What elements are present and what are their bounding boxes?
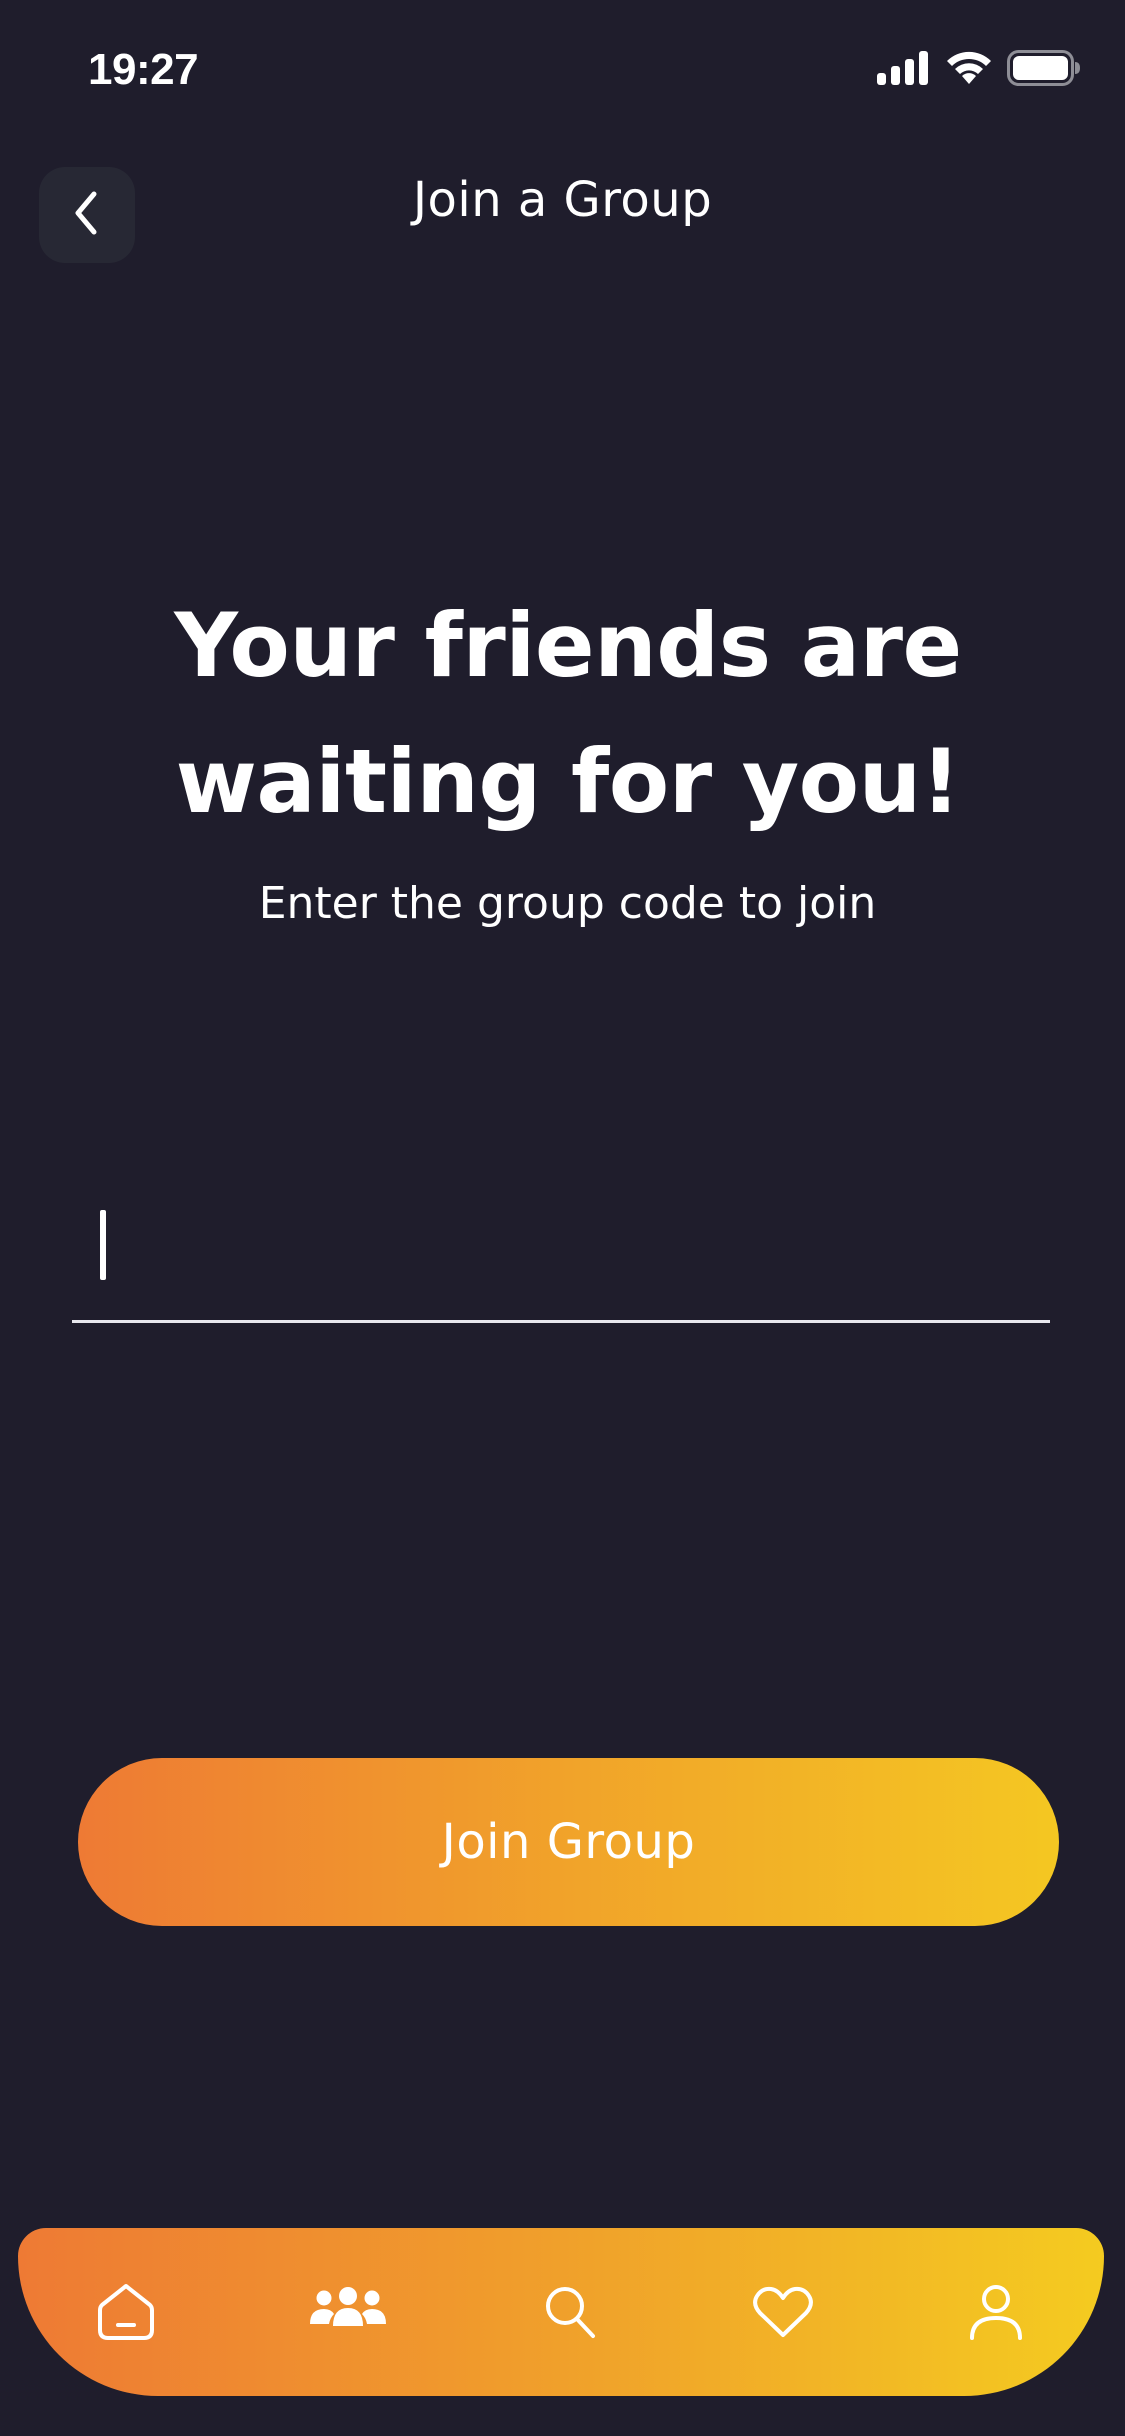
join-group-button-label: Join Group bbox=[441, 1814, 696, 1870]
join-group-screen: 19:27 Join a Group Your friends are wait… bbox=[0, 0, 1125, 2436]
battery-icon bbox=[1007, 50, 1081, 90]
page-title: Join a Group bbox=[412, 172, 713, 228]
signal-icon bbox=[877, 51, 931, 89]
status-bar: 19:27 bbox=[0, 0, 1125, 140]
status-time: 19:27 bbox=[88, 45, 199, 94]
nav-item-home[interactable] bbox=[66, 2228, 186, 2396]
profile-icon bbox=[968, 2282, 1024, 2342]
nav-item-groups[interactable] bbox=[288, 2228, 408, 2396]
status-icons bbox=[877, 50, 1081, 90]
bottom-navigation bbox=[18, 2228, 1104, 2396]
nav-item-profile[interactable] bbox=[936, 2228, 1056, 2396]
headline: Your friends are waiting for you! bbox=[174, 594, 962, 833]
home-icon bbox=[95, 2281, 157, 2343]
nav-item-favorites[interactable] bbox=[723, 2228, 843, 2396]
group-icon bbox=[306, 2284, 390, 2340]
group-code-input[interactable] bbox=[72, 1196, 1050, 1320]
search-icon bbox=[542, 2283, 598, 2341]
subheadline: Enter the group code to join bbox=[258, 878, 877, 929]
nav-item-search[interactable] bbox=[510, 2228, 630, 2396]
text-cursor bbox=[100, 1210, 106, 1280]
group-code-field[interactable] bbox=[72, 1196, 1050, 1323]
wifi-icon bbox=[945, 50, 993, 90]
join-group-button[interactable]: Join Group bbox=[78, 1758, 1059, 1926]
heart-icon bbox=[752, 2285, 814, 2339]
